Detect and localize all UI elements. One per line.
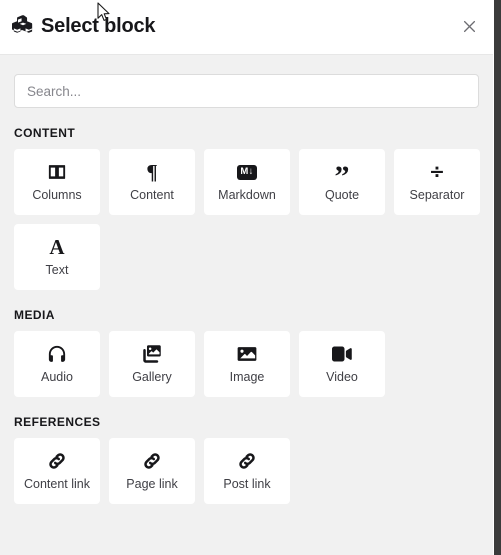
block-card-gallery[interactable]: Gallery — [109, 331, 195, 397]
block-card-label: Content link — [23, 477, 90, 491]
block-card-label: Columns — [32, 188, 82, 202]
block-card-label: Markdown — [218, 188, 276, 202]
block-card-label: Separator — [409, 188, 465, 202]
block-grid: Columns ¶ Content M↓ Markdown ” Quote ÷ Separato… — [14, 149, 480, 290]
divide-icon: ÷ — [429, 161, 445, 183]
block-card-label: Post link — [223, 477, 271, 491]
block-card-label: Video — [326, 370, 358, 384]
block-card-label: Audio — [41, 370, 73, 384]
block-grid: Content link Page link Post link — [14, 438, 479, 504]
block-card-columns[interactable]: Columns — [14, 149, 100, 215]
block-card-page-link[interactable]: Page link — [109, 438, 195, 504]
columns-icon — [47, 162, 67, 182]
video-camera-icon — [332, 344, 352, 364]
link-icon — [237, 451, 257, 471]
section-heading: REFERENCES — [14, 415, 101, 429]
block-card-text[interactable]: A Text — [14, 224, 100, 290]
headphones-icon — [47, 344, 67, 364]
search-input[interactable] — [14, 74, 479, 108]
quote-icon: ” — [334, 159, 350, 193]
block-card-label: Text — [45, 263, 69, 277]
window-edge-strip — [493, 0, 501, 555]
block-card-post-link[interactable]: Post link — [204, 438, 290, 504]
block-card-label: Image — [229, 370, 265, 384]
text-a-icon: A — [49, 235, 65, 259]
block-card-separator[interactable]: ÷ Separator — [394, 149, 480, 215]
markdown-badge-label: M↓ — [237, 164, 257, 180]
section-heading: CONTENT — [14, 126, 76, 140]
block-card-video[interactable]: Video — [299, 331, 385, 397]
block-card-markdown[interactable]: M↓ Markdown — [204, 149, 290, 215]
block-section: CONTENT Columns ¶ Content M↓ Markdown ” Quote ÷ S… — [14, 126, 480, 290]
link-icon — [47, 451, 67, 471]
pilcrow-icon: ¶ — [146, 160, 158, 184]
image-icon — [237, 344, 257, 364]
block-card-audio[interactable]: Audio — [14, 331, 100, 397]
link-icon — [142, 451, 162, 471]
panel-header: Select block — [0, 0, 493, 55]
block-card-label: Gallery — [132, 370, 172, 384]
block-card-label: Page link — [126, 477, 178, 491]
block-sections: CONTENT Columns ¶ Content M↓ Markdown ” Quote ÷ S… — [14, 126, 480, 504]
block-card-label: Content — [130, 188, 174, 202]
block-section: MEDIA Audio Gallery Image Video — [14, 308, 479, 397]
cubes-icon — [11, 15, 34, 37]
block-card-quote[interactable]: ” Quote — [299, 149, 385, 215]
images-stack-icon — [142, 344, 162, 364]
block-grid: Audio Gallery Image Video — [14, 331, 479, 397]
block-card-image[interactable]: Image — [204, 331, 290, 397]
close-icon[interactable] — [460, 17, 479, 36]
markdown-icon: M↓ — [237, 162, 257, 182]
block-card-label: Quote — [324, 188, 360, 202]
block-card-content[interactable]: ¶ Content — [109, 149, 195, 215]
block-section: REFERENCES Content link Page link Post link — [14, 415, 479, 504]
panel-title-group: Select block — [11, 14, 156, 38]
block-card-content-link[interactable]: Content link — [14, 438, 100, 504]
panel-body: CONTENT Columns ¶ Content M↓ Markdown ”Quote ÷ S… — [0, 55, 493, 555]
select-block-panel: Select block CONTENT Columns ¶ Content M↓ Mar… — [0, 0, 501, 555]
section-heading: MEDIA — [14, 308, 55, 322]
page-title: Select block — [41, 15, 156, 37]
